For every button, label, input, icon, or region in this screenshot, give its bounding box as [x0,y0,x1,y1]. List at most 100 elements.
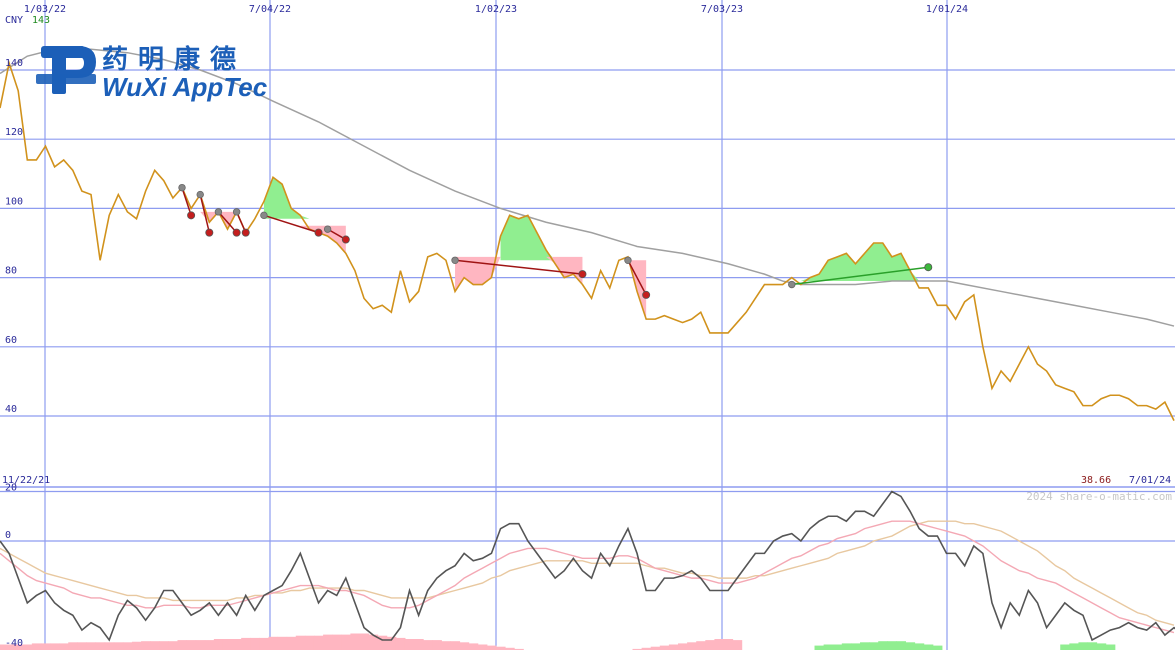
negative-histogram-bar [350,633,360,650]
negative-histogram-bar [113,642,124,650]
price-tick-label: 60 [5,335,17,346]
end-date-label: 7/01/24 [1129,475,1171,486]
negative-histogram-bar [259,637,269,650]
negative-histogram-bar [241,637,251,650]
positive-histogram-bar [923,644,934,650]
negative-histogram-bar [204,640,215,650]
price-tick-label: 120 [5,127,23,138]
negative-histogram-bar [441,641,451,650]
price-tick-label: 80 [5,266,17,277]
negative-histogram-bar [341,634,351,650]
pattern-start-dot [178,183,186,192]
negative-histogram-bar [414,639,424,650]
pattern-start-dot [260,211,268,220]
negative-histogram-bar [77,642,87,650]
pattern-start-dot [232,208,241,216]
negative-histogram-bar [668,644,679,650]
date-tick-label: 7/04/22 [249,4,291,15]
negative-histogram-bar [404,639,415,650]
pattern-start-dot [323,225,332,233]
negative-histogram-bar [268,636,279,650]
negative-histogram-bar [141,641,151,650]
negative-histogram-bar [95,642,106,650]
date-tick-label: 1/03/22 [24,4,66,15]
negative-histogram-bar [122,642,133,650]
positive-histogram-bar [832,644,843,650]
stock-chart: 40 60 80 100 120 140 1/03/22 7/04/22 1/02/23 7/0… [0,0,1175,650]
negative-histogram-bar [359,633,370,650]
oscillator-tick-label: 0 [5,530,11,541]
date-tick-label: 7/03/23 [701,4,743,15]
negative-histogram-bar [104,642,115,650]
negative-histogram-bar [705,640,715,650]
negative-histogram-bar [177,640,188,650]
negative-histogram-bar [150,641,160,650]
negative-histogram-bar [222,639,233,650]
pattern-end-dot [232,228,241,237]
negative-histogram-bar [323,634,333,650]
negative-histogram-bar [232,639,242,650]
negative-histogram-bar [131,641,142,650]
positive-histogram-bar [896,641,907,650]
positive-histogram-bar [887,641,897,650]
pattern-end-dot [924,263,933,272]
negative-histogram-bar [68,642,78,650]
pattern-start-dot [196,190,204,199]
positive-histogram-bar [1087,642,1098,650]
pattern-end-dot [314,228,323,237]
pattern-end-dot [341,235,350,244]
negative-histogram-bar [332,634,342,650]
logo-english-text: WuXi AppTec [102,72,268,102]
positive-histogram-bar [1069,643,1079,650]
oscillator-tick-label: -40 [5,638,23,649]
date-tick-label: 1/01/24 [926,4,968,15]
pattern-start-dot [451,256,459,264]
negative-histogram-bar [295,635,306,650]
negative-histogram-bar [459,642,470,650]
positive-histogram-bar [914,643,925,650]
positive-histogram-bar [1096,643,1107,650]
currency-label: CNY [5,15,23,26]
negative-histogram-bar [213,639,224,650]
negative-histogram-bar [286,636,297,650]
negative-histogram-bar [395,637,406,650]
price-tick-label: 40 [5,404,17,415]
pattern-end-dot [578,270,587,279]
negative-histogram-bar [678,643,688,650]
negative-histogram-bar [159,641,169,650]
negative-histogram-bar [723,639,734,650]
date-tick-label: 1/02/23 [475,4,517,15]
negative-histogram-bar [468,643,479,650]
pattern-start-dot [788,280,796,289]
pattern-end-dot [205,228,214,237]
negative-histogram-bar [304,635,315,650]
positive-histogram-bar [905,642,916,650]
oscillator-tick-label: 20 [5,483,17,494]
negative-histogram-bar [432,640,442,650]
positive-histogram-bar [932,645,943,650]
positive-histogram-bar [1060,644,1070,650]
price-tick-label: 140 [5,58,23,69]
negative-histogram-bar [450,641,461,650]
positive-histogram-bar [823,644,834,650]
positive-histogram-bar [860,642,870,650]
negative-histogram-bar [40,643,51,650]
negative-histogram-bar [59,643,69,650]
negative-histogram-bar [86,642,97,650]
negative-histogram-bar [186,640,197,650]
negative-histogram-bar [195,640,206,650]
negative-histogram-bar [659,645,670,650]
negative-histogram-bar [277,636,288,650]
pattern-end-dot [241,228,250,237]
negative-histogram-bar [732,640,743,650]
negative-histogram-bar [168,641,178,650]
positive-histogram-bar [1078,642,1089,650]
pattern-end-dot [642,290,651,299]
negative-histogram-bar [714,639,725,650]
negative-histogram-bar [486,645,497,650]
pattern-end-dot [187,211,196,220]
negative-histogram-bar [423,640,433,650]
negative-histogram-bar [22,644,33,650]
logo-chinese-text: 药明康德 [102,44,246,75]
positive-histogram-bar [1105,644,1116,650]
